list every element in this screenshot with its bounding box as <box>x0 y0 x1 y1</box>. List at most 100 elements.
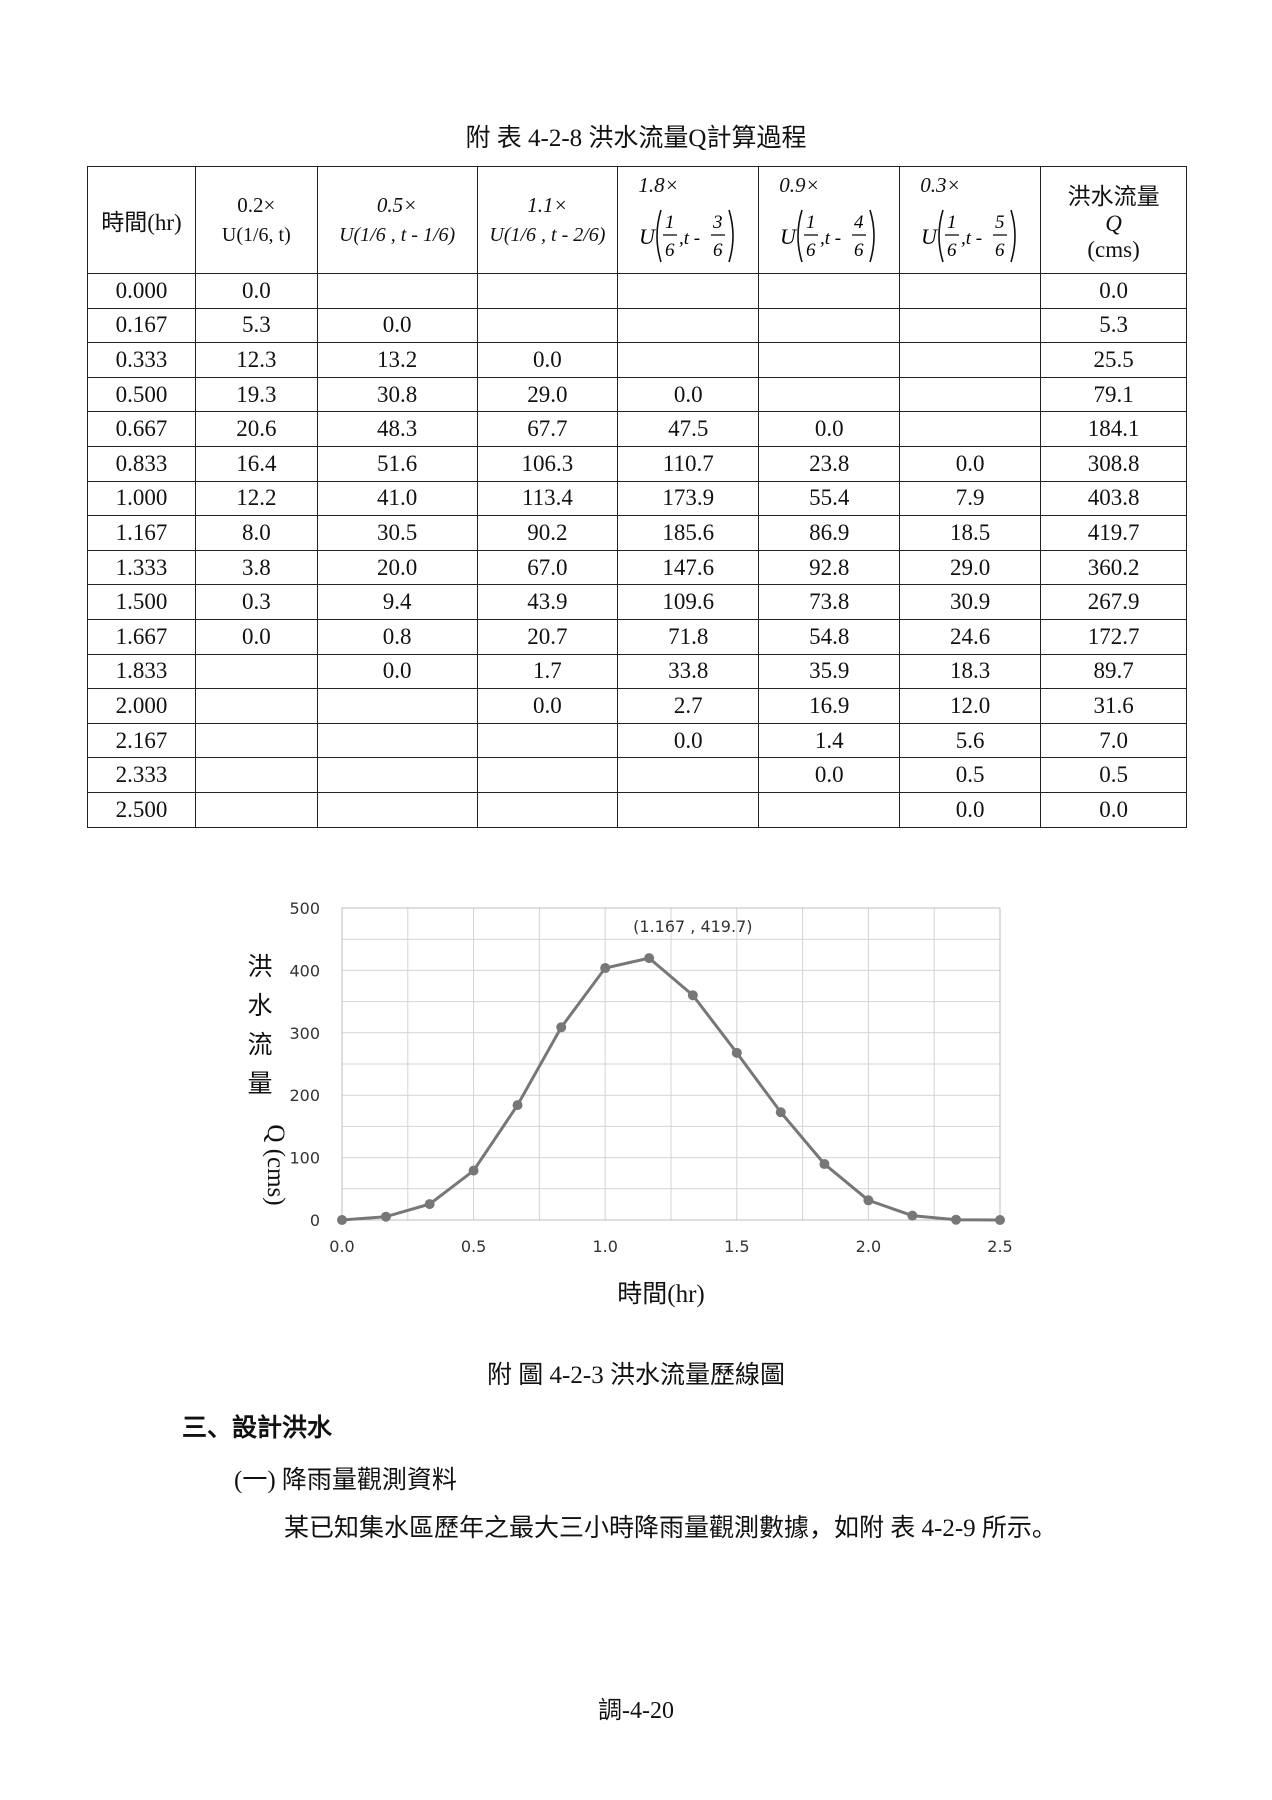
svg-text:6: 6 <box>806 240 816 261</box>
table-caption: 附 表 4-2-8 洪水流量Q計算過程 <box>465 125 807 152</box>
svg-text:6: 6 <box>995 240 1005 261</box>
table-header-row: 時間(hr) 0.2× U(1/6, t) 0.5× U(1/6 , t - 1… <box>87 166 1187 274</box>
flow-cell: 5.3 <box>1040 307 1187 344</box>
data-point <box>380 1211 391 1222</box>
component-cell <box>758 273 901 309</box>
component-cell: 35.9 <box>758 653 901 690</box>
y-axis-label-unit: Q (cms) <box>262 1124 289 1205</box>
component-cell <box>476 791 619 828</box>
component-cell: 51.6 <box>316 445 478 482</box>
flow-cell: 172.7 <box>1040 618 1187 655</box>
table-row: 0.000 0.0 0.0 <box>87 273 1187 309</box>
component-cell: 30.9 <box>899 584 1042 620</box>
component-cell <box>194 653 318 690</box>
time-cell: 2.167 <box>87 722 196 759</box>
component-cell: 106.3 <box>476 445 619 482</box>
x-tick-label: 2.0 <box>856 1237 881 1256</box>
table-row: 1.667 0.0 0.8 20.7 71.8 54.8 24.6 172.7 <box>87 618 1187 655</box>
formula-u-1-6-t-4-6: U 1 6 ,t - 4 6 <box>780 209 876 262</box>
component-cell: 90.2 <box>476 515 619 551</box>
component-cell: 0.0 <box>899 445 1042 482</box>
flood-flow-table: 時間(hr) 0.2× U(1/6, t) 0.5× U(1/6 , t - 1… <box>87 166 1187 828</box>
component-cell: 0.0 <box>194 273 318 309</box>
component-cell: 147.6 <box>617 549 760 586</box>
table-row: 0.833 16.4 51.6 106.3 110.7 23.8 0.0 308.8 <box>87 445 1187 482</box>
table-row: 1.167 8.0 30.5 90.2 185.6 86.9 18.5 419.7 <box>87 515 1187 551</box>
svg-text:1: 1 <box>947 212 957 233</box>
component-cell <box>899 411 1042 447</box>
chart-svg: 0 100 200 300 400 500 0.0 0.5 1.0 1.5 2.0 2.5 (1.167… <box>247 899 1012 1308</box>
component-cell <box>899 342 1042 378</box>
section-heading: 三、設計洪水 <box>182 1413 333 1442</box>
component-cell: 5.3 <box>194 307 318 344</box>
flow-cell: 31.6 <box>1040 688 1187 724</box>
component-cell: 12.2 <box>194 480 318 517</box>
component-cell: 33.8 <box>617 653 760 690</box>
component-cell <box>758 307 901 344</box>
component-cell <box>476 757 619 793</box>
component-cell: 0.0 <box>758 757 901 793</box>
flow-cell: 419.7 <box>1040 515 1187 551</box>
header-col2: 0.5× U(1/6 , t - 1/6) <box>316 166 478 274</box>
data-point <box>907 1210 918 1221</box>
svg-text:,t -: ,t - <box>820 228 841 249</box>
time-cell: 1.500 <box>87 584 196 620</box>
flow-cell: 89.7 <box>1040 653 1187 690</box>
flow-cell: 25.5 <box>1040 342 1187 378</box>
component-cell: 55.4 <box>758 480 901 517</box>
time-cell: 0.667 <box>87 411 196 447</box>
component-cell <box>194 722 318 759</box>
svg-text:6: 6 <box>947 240 957 261</box>
data-point <box>687 990 698 1001</box>
svg-text:1: 1 <box>806 212 816 233</box>
header-col6: 0.3× U 1 6 ,t - 5 6 <box>899 166 1042 274</box>
component-cell: 29.0 <box>899 549 1042 586</box>
component-cell: 0.0 <box>476 688 619 724</box>
component-cell <box>316 688 478 724</box>
x-tick-label: 1.5 <box>724 1237 749 1256</box>
component-cell: 0.0 <box>316 653 478 690</box>
component-cell: 0.0 <box>316 307 478 344</box>
flow-cell: 0.0 <box>1040 273 1187 309</box>
svg-text:U: U <box>639 224 657 249</box>
svg-text:5: 5 <box>995 212 1005 233</box>
data-point <box>468 1165 479 1176</box>
component-cell: 0.8 <box>316 618 478 655</box>
table-row: 2.500 0.0 0.0 <box>87 791 1187 828</box>
data-point <box>556 1022 567 1033</box>
data-point <box>775 1107 786 1118</box>
header-col5: 0.9× U 1 6 ,t - 4 6 <box>758 166 901 274</box>
component-cell <box>758 376 901 413</box>
time-cell: 1.167 <box>87 515 196 551</box>
flow-cell: 7.0 <box>1040 722 1187 759</box>
table-row: 0.500 19.3 30.8 29.0 0.0 79.1 <box>87 376 1187 413</box>
data-point <box>600 963 611 974</box>
formula-u-1-6-t-3-6: U 1 6 ,t - 3 6 <box>639 209 735 262</box>
component-cell: 67.0 <box>476 549 619 586</box>
component-cell <box>617 273 760 309</box>
data-point <box>951 1214 962 1225</box>
header-flow-q: 洪水流量 Q (cms) <box>1040 166 1187 274</box>
component-cell: 67.7 <box>476 411 619 447</box>
data-point <box>731 1047 742 1058</box>
flow-cell: 267.9 <box>1040 584 1187 620</box>
time-cell: 0.167 <box>87 307 196 344</box>
component-cell: 71.8 <box>617 618 760 655</box>
y-axis-label-char: 水 <box>247 991 272 1020</box>
table-row: 0.167 5.3 0.0 5.3 <box>87 307 1187 344</box>
header-col3: 1.1× U(1/6 , t - 2/6) <box>476 166 619 274</box>
x-tick-label: 0.5 <box>461 1237 486 1256</box>
svg-text:6: 6 <box>665 240 675 261</box>
header-time: 時間(hr) <box>87 166 196 274</box>
time-cell: 2.333 <box>87 757 196 793</box>
component-cell: 1.4 <box>758 722 901 759</box>
component-cell: 16.4 <box>194 445 318 482</box>
component-cell: 18.3 <box>899 653 1042 690</box>
component-cell <box>899 307 1042 344</box>
component-cell: 173.9 <box>617 480 760 517</box>
flow-cell: 403.8 <box>1040 480 1187 517</box>
y-tick-label: 200 <box>289 1086 320 1105</box>
y-axis-label-char: 洪 <box>247 952 272 981</box>
svg-text:,t -: ,t - <box>679 228 700 249</box>
table-row: 1.000 12.2 41.0 113.4 173.9 55.4 7.9 403.8 <box>87 480 1187 517</box>
